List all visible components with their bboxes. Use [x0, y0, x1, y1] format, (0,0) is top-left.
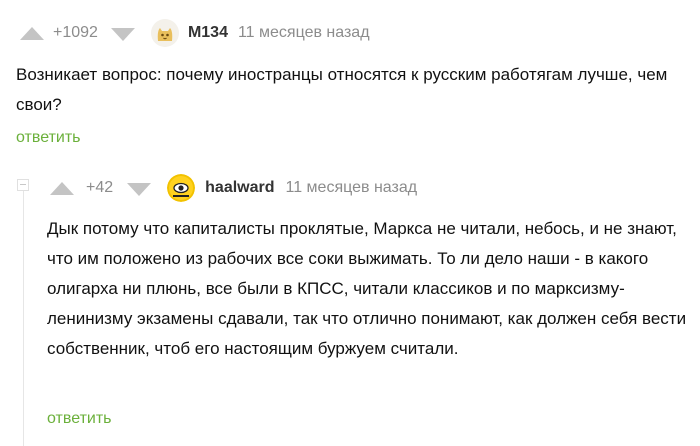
comment-text: Дык потому что капиталисты проклятые, Ма… — [47, 219, 687, 358]
upvote-arrow-icon[interactable] — [20, 26, 44, 40]
eye-badge-avatar-icon[interactable] — [167, 174, 196, 202]
thread-line[interactable] — [23, 186, 24, 446]
comment-time[interactable]: 11 месяцев назад — [238, 24, 370, 42]
comment-time[interactable]: 11 месяцев назад — [286, 179, 418, 197]
comment-score: +1092 — [53, 24, 98, 41]
comment-author[interactable]: M134 — [188, 24, 228, 42]
comment-text: Возникает вопрос: почему иностранцы отно… — [16, 65, 668, 114]
comment-2-header: +42 haalward 11 месяцев назад — [50, 174, 417, 202]
comment-author[interactable]: haalward — [205, 179, 274, 197]
comment-1-header: +1092 M134 11 месяцев назад — [20, 19, 370, 47]
downvote-arrow-icon[interactable] — [127, 182, 152, 196]
reply-button[interactable]: ответить — [47, 410, 112, 428]
reply-button[interactable]: ответить — [16, 129, 81, 147]
cat-avatar-icon[interactable] — [150, 19, 179, 47]
downvote-arrow-icon[interactable] — [110, 27, 135, 41]
comment-score: +42 — [86, 179, 114, 196]
collapse-thread-icon[interactable] — [17, 179, 29, 191]
upvote-arrow-icon[interactable] — [50, 181, 74, 195]
